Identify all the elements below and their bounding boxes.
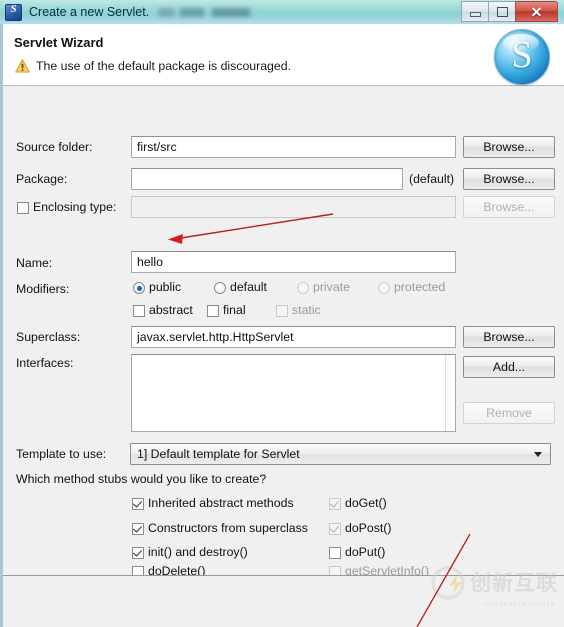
name-label: Name: <box>16 256 53 270</box>
modifier-radio-protected <box>378 282 390 294</box>
watermark-subtext: CHUANGXIN HULIAN <box>484 603 556 608</box>
maximize-button[interactable] <box>488 1 516 22</box>
modifier-radio-public[interactable] <box>133 282 145 294</box>
source-folder-browse-button[interactable]: Browse... <box>463 136 555 158</box>
modifiers-label: Modifiers: <box>16 282 70 296</box>
stub-checkbox-doput[interactable] <box>329 547 341 559</box>
servlet-sphere-s-icon <box>494 29 550 85</box>
interfaces-add-button[interactable]: Add... <box>463 356 555 378</box>
modifier-label-abstract: abstract <box>149 303 193 317</box>
superclass-label: Superclass: <box>16 330 81 344</box>
modifier-checkbox-final[interactable] <box>207 305 219 317</box>
source-folder-input[interactable]: first/src <box>131 136 456 158</box>
servlet-blue-s-icon <box>5 3 22 21</box>
stub-label-doget: doGet() <box>345 496 387 510</box>
method-stubs-question: Which method stubs would you like to cre… <box>16 472 267 486</box>
modifier-label-public: public <box>149 280 182 294</box>
stub-label-doput: doPut() <box>345 545 386 559</box>
template-select[interactable]: 1] Default template for Servlet <box>130 443 551 465</box>
interfaces-scrollbar[interactable] <box>445 355 455 431</box>
template-selected-value: 1] Default template for Servlet <box>137 447 300 461</box>
enclosing-type-label: Enclosing type: <box>33 200 117 214</box>
blurred-title-suffix <box>158 7 264 17</box>
modifier-label-protected: protected <box>394 280 446 294</box>
superclass-input[interactable]: javax.servlet.http.HttpServlet <box>131 326 456 348</box>
stub-label-dopost: doPost() <box>345 521 392 535</box>
modifier-label-static: static <box>292 303 321 317</box>
source-folder-browse-label: Browse... <box>483 140 535 154</box>
dialog-window: Create a new Servlet. ✕ Servlet Wizard T… <box>0 0 564 627</box>
wizard-content: Source folder: first/src Browse... Packa… <box>3 86 564 578</box>
stub-checkbox-doget <box>329 498 341 510</box>
package-browse-label: Browse... <box>483 172 535 186</box>
package-default-hint: (default) <box>409 172 455 186</box>
stub-checkbox-constructors-from-superclass[interactable] <box>132 523 144 535</box>
stub-checkbox-dopost <box>329 523 341 535</box>
window-controls: ✕ <box>461 1 558 22</box>
modifier-checkbox-abstract[interactable] <box>133 305 145 317</box>
stub-label-init-and-destroy: init() and destroy() <box>148 545 248 559</box>
source-folder-label: Source folder: <box>16 140 93 154</box>
page-title: Servlet Wizard <box>14 35 104 50</box>
watermark-text: 创新互联 <box>470 570 558 595</box>
stub-checkbox-init-and-destroy[interactable] <box>132 547 144 559</box>
close-icon: ✕ <box>530 3 543 20</box>
minimize-button[interactable] <box>461 1 489 22</box>
wizard-header: Servlet Wizard The use of the default pa… <box>3 24 564 86</box>
package-label: Package: <box>16 172 68 186</box>
interfaces-label: Interfaces: <box>16 356 74 370</box>
modifier-label-private: private <box>313 280 350 294</box>
chevron-down-icon <box>534 452 542 457</box>
close-button[interactable]: ✕ <box>515 1 558 22</box>
cx-logo-icon <box>431 566 465 600</box>
modifier-radio-default[interactable] <box>214 282 226 294</box>
stub-checkbox-inherited-abstract-methods[interactable] <box>132 498 144 510</box>
superclass-browse-button[interactable]: Browse... <box>463 326 555 348</box>
title-bar: Create a new Servlet. ✕ <box>0 0 564 25</box>
enclosing-type-browse-label: Browse... <box>483 200 535 214</box>
enclosing-type-browse-button: Browse... <box>463 196 555 218</box>
interfaces-add-label: Add... <box>492 360 526 374</box>
name-input[interactable]: hello <box>131 251 456 273</box>
modifier-label-default: default <box>230 280 267 294</box>
modifier-label-final: final <box>223 303 246 317</box>
stub-label-constructors-from-superclass: Constructors from superclass <box>148 521 308 535</box>
enclosing-type-input <box>131 196 456 218</box>
package-input[interactable] <box>131 168 403 190</box>
interfaces-remove-button: Remove <box>463 402 555 424</box>
interfaces-remove-label: Remove <box>486 406 532 420</box>
modifier-checkbox-static <box>276 305 288 317</box>
interfaces-listbox[interactable] <box>131 354 456 432</box>
dialog-body: Servlet Wizard The use of the default pa… <box>0 24 564 627</box>
window-title: Create a new Servlet. <box>29 5 150 19</box>
superclass-browse-label: Browse... <box>483 330 535 344</box>
enclosing-type-checkbox[interactable] <box>17 202 29 214</box>
modifier-radio-private <box>297 282 309 294</box>
watermark: 创新互联 <box>431 563 558 603</box>
package-browse-button[interactable]: Browse... <box>463 168 555 190</box>
warning-message: The use of the default package is discou… <box>36 59 291 73</box>
template-label: Template to use: <box>16 447 107 461</box>
warning-triangle-icon <box>15 59 30 73</box>
stub-label-inherited-abstract-methods: Inherited abstract methods <box>148 496 294 510</box>
